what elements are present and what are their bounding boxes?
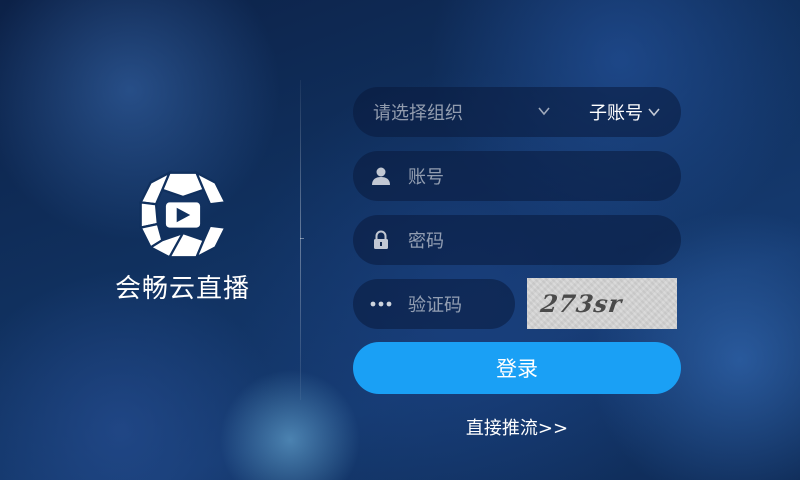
password-input[interactable]: 密码 xyxy=(353,215,681,265)
direct-push-link[interactable]: 直接推流>> xyxy=(353,414,681,440)
sub-account-toggle[interactable]: 子账号 xyxy=(589,87,661,137)
dots-icon xyxy=(370,293,392,315)
account-placeholder: 账号 xyxy=(408,167,444,188)
account-input[interactable]: 账号 xyxy=(353,151,681,201)
brand-block: 会畅云直播 xyxy=(100,170,265,305)
lock-icon xyxy=(370,229,392,251)
divider-notch xyxy=(300,238,304,239)
brand-title: 会畅云直播 xyxy=(114,274,250,304)
captcha-text: 273sr xyxy=(538,289,625,318)
captcha-image[interactable]: 273sr xyxy=(527,278,677,329)
org-select[interactable]: 请选择组织 子账号 xyxy=(353,87,681,137)
chevron-down-icon xyxy=(538,107,550,116)
sub-account-label: 子账号 xyxy=(589,103,643,124)
captcha-input[interactable]: 验证码 xyxy=(353,279,515,329)
user-icon xyxy=(370,165,392,187)
chevron-down-icon xyxy=(648,108,660,117)
password-placeholder: 密码 xyxy=(408,231,444,252)
vertical-divider xyxy=(300,80,301,400)
login-button[interactable]: 登录 xyxy=(353,342,681,394)
camera-play-logo-icon xyxy=(138,170,227,260)
org-select-placeholder: 请选择组织 xyxy=(373,103,463,124)
captcha-placeholder: 验证码 xyxy=(408,295,462,316)
